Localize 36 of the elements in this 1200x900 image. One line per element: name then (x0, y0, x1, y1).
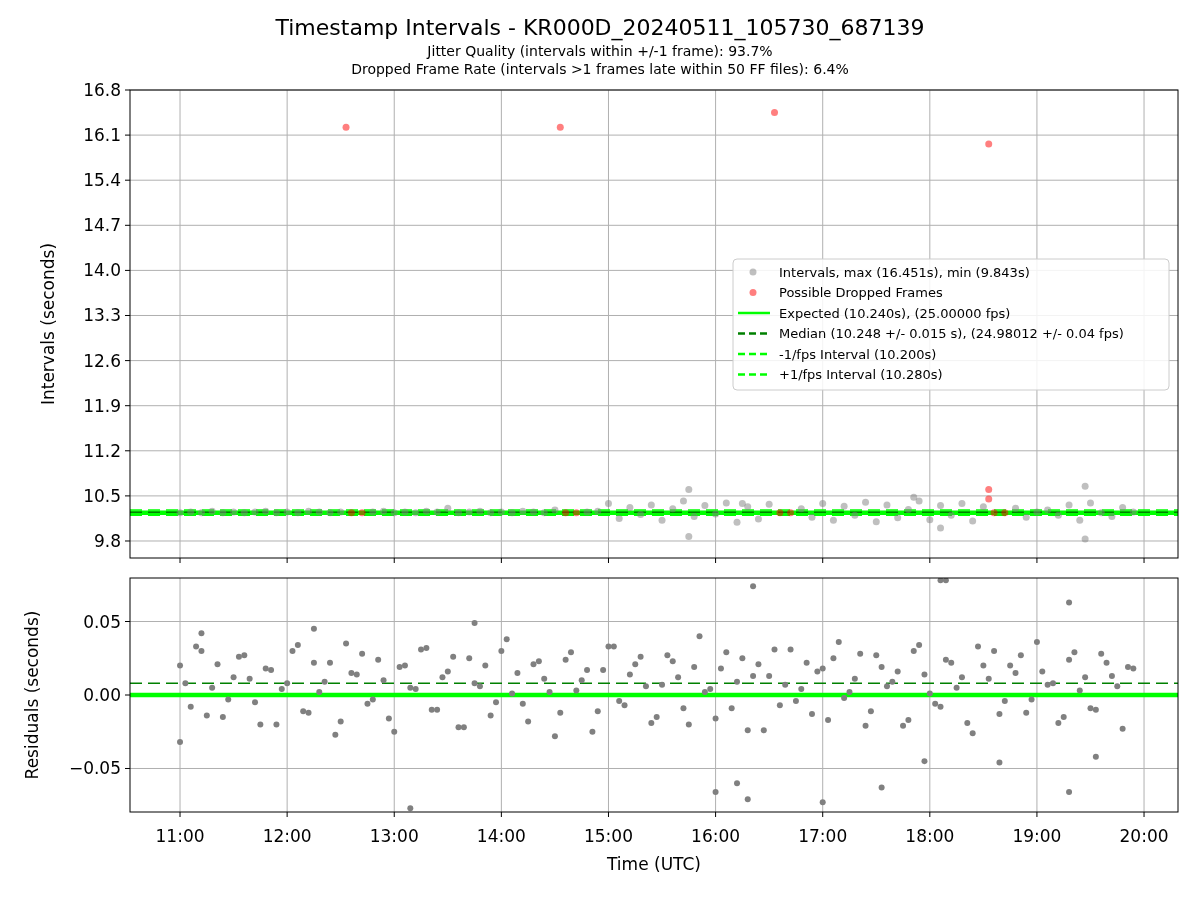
tick-label: 17:00 (798, 826, 848, 846)
tick-label: 11.2 (83, 440, 121, 461)
tick-label: 12:00 (262, 826, 312, 846)
legend-label: Intervals, max (16.451s), min (9.843s) (779, 264, 1030, 280)
figure-subtitle: Dropped Frame Rate (intervals >1 frames late within 50 FF files): 6.4% (351, 60, 849, 78)
tick-label: 19:00 (1012, 826, 1062, 846)
legend-label: Median (10.248 +/- 0.015 s), (24.98012 +/- 0.04 fps) (779, 326, 1124, 341)
tick-label: 10.5 (83, 485, 121, 506)
axis-label: Time (UTC) (607, 854, 701, 874)
tick-label: 13.3 (83, 305, 121, 326)
axis-label: Intervals (seconds) (38, 242, 58, 406)
figure-subtitle: Jitter Quality (intervals within +/-1 frame): 93.7% (427, 42, 773, 60)
tick-label: 12.6 (83, 350, 121, 371)
tick-label: 14:00 (476, 826, 526, 846)
legend-label: Expected (10.240s), (25.00000 fps) (779, 305, 1011, 321)
tick-label: 18:00 (905, 826, 955, 846)
legend-label: Possible Dropped Frames (779, 285, 943, 300)
tick-label: 9.8 (93, 531, 121, 551)
tick-label: 15.4 (83, 170, 121, 191)
tick-label: 11:00 (155, 826, 205, 846)
tick-label: 14.7 (83, 215, 121, 236)
axis-label: Residuals (seconds) (22, 610, 42, 780)
legend-label: -1/fps Interval (10.200s) (779, 346, 937, 362)
legend-label: +1/fps Interval (10.280s) (779, 367, 943, 382)
tick-label: 16.8 (83, 80, 121, 100)
tick-label: 11.9 (83, 395, 121, 416)
tick-label: 13:00 (369, 826, 419, 846)
tick-label: 0.05 (83, 611, 121, 632)
tick-label: 15:00 (584, 826, 633, 846)
tick-label: 16:00 (691, 826, 741, 846)
tick-label: 20:00 (1119, 826, 1169, 846)
tick-label: −0.05 (68, 758, 121, 779)
tick-label: 14.0 (83, 260, 121, 281)
tick-label: 0.00 (83, 685, 121, 705)
tick-label: 16.1 (83, 125, 121, 146)
figure-title: Timestamp Intervals - KR000D_20240511_105730_687139 (275, 14, 925, 42)
